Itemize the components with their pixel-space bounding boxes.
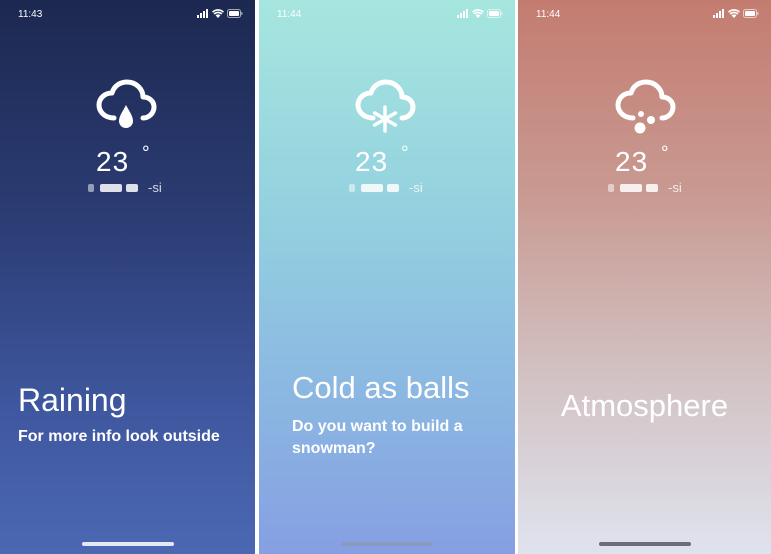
weather-screen-raining: 11:43 23 ° -si Raining For more info loo…	[0, 0, 255, 554]
weather-screen-atmosphere: 11:44 23 ° -si Atmosphere	[518, 0, 771, 554]
temperature: 23 °	[615, 143, 685, 179]
wifi-icon	[728, 9, 740, 18]
location-suffix: -si	[409, 180, 423, 195]
location: -si	[608, 180, 688, 196]
temperature: 23 °	[96, 143, 166, 179]
wifi-icon	[472, 9, 484, 18]
location-suffix: -si	[148, 180, 162, 195]
location: -si	[349, 180, 429, 196]
cellular-signal-icon	[197, 9, 208, 18]
redacted-text	[100, 184, 122, 192]
status-icons	[197, 9, 243, 19]
condition-subline: For more info look outside	[18, 428, 220, 445]
redacted-text	[126, 184, 138, 192]
temperature-value: 23	[96, 146, 130, 177]
condition-headline: Cold as balls	[292, 370, 470, 405]
redacted-text	[646, 184, 658, 192]
redacted-text	[361, 184, 383, 192]
snow-cloud-icon	[353, 78, 417, 140]
location-suffix: -si	[668, 180, 682, 195]
atmosphere-cloud-icon	[613, 78, 677, 140]
status-time: 11:43	[18, 9, 43, 20]
temperature-unit: °	[661, 143, 669, 164]
temperature-value: 23	[615, 146, 649, 177]
temperature-value: 23	[355, 146, 389, 177]
status-time: 11:44	[536, 9, 561, 20]
redacted-text	[620, 184, 642, 192]
status-icons	[457, 9, 503, 19]
status-icons	[713, 9, 759, 19]
temperature-unit: °	[142, 143, 150, 164]
home-indicator[interactable]	[598, 542, 691, 546]
home-indicator[interactable]	[341, 542, 433, 546]
redacted-text	[387, 184, 399, 192]
battery-icon	[487, 9, 503, 18]
redacted-text	[349, 184, 355, 192]
status-bar: 11:44	[259, 0, 515, 28]
redacted-text	[88, 184, 94, 192]
location: -si	[88, 180, 168, 196]
status-bar: 11:43	[0, 0, 255, 28]
battery-icon	[743, 9, 759, 18]
cellular-signal-icon	[713, 9, 724, 18]
temperature-unit: °	[401, 143, 409, 164]
rain-cloud-icon	[94, 78, 158, 140]
status-time: 11:44	[277, 9, 302, 20]
battery-icon	[227, 9, 243, 18]
weather-screen-snow: 11:44 23 ° -si Cold as balls Do you want…	[259, 0, 515, 554]
condition-headline: Raining	[18, 382, 127, 418]
wifi-icon	[212, 9, 224, 18]
cellular-signal-icon	[457, 9, 468, 18]
condition-subline: Do you want to build a snowman?	[292, 418, 463, 457]
condition-headline: Atmosphere	[560, 388, 729, 423]
temperature: 23 °	[355, 143, 425, 179]
redacted-text	[608, 184, 614, 192]
home-indicator[interactable]	[81, 542, 174, 546]
status-bar: 11:44	[518, 0, 771, 28]
